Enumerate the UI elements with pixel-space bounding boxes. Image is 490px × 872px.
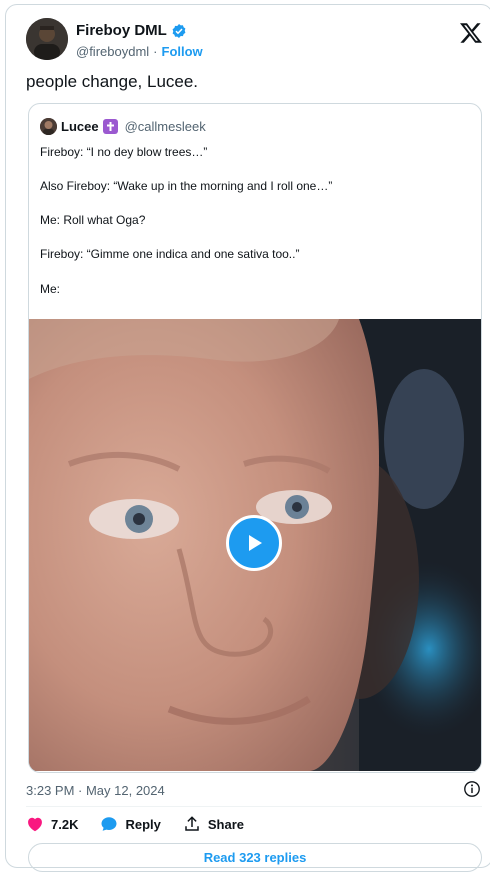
- quoted-text-line: Also Fireboy: “Wake up in the morning an…: [40, 179, 333, 193]
- quoted-text-line: Fireboy: “Gimme one indica and one sativ…: [40, 247, 300, 261]
- author-name-row[interactable]: Fireboy DML: [76, 22, 187, 39]
- author-handle-row: @fireboydml · Follow: [76, 44, 203, 59]
- heart-icon: [28, 817, 42, 832]
- reply-bubble-icon: [101, 817, 117, 831]
- author-avatar[interactable]: [26, 18, 68, 60]
- video-thumbnail[interactable]: [29, 319, 481, 771]
- follow-button[interactable]: Follow: [162, 44, 203, 59]
- quoted-tweet[interactable]: Lucee @callmesleek Fireboy: “I no dey bl…: [28, 103, 482, 773]
- quoted-author-avatar[interactable]: [40, 118, 57, 135]
- quoted-author-name: Lucee: [61, 119, 99, 134]
- read-replies-button[interactable]: Read 323 replies: [28, 843, 482, 872]
- action-bar: 7.2K Reply Share: [26, 815, 244, 833]
- x-logo-icon[interactable]: [459, 21, 483, 45]
- quoted-tweet-header: Lucee @callmesleek: [40, 118, 206, 135]
- quoted-text-line: Fireboy: “I no dey blow trees…”: [40, 145, 208, 159]
- cross-emoji-icon: [102, 119, 118, 134]
- tweet-text: people change, Lucee.: [26, 72, 199, 91]
- share-icon: [185, 816, 199, 831]
- tweet-card: Fireboy DML @fireboydml · Follow people …: [5, 4, 490, 872]
- author-handle[interactable]: @fireboydml: [76, 44, 149, 59]
- share-label: Share: [207, 816, 245, 832]
- info-icon[interactable]: [463, 780, 481, 798]
- like-count: 7.2K: [51, 816, 79, 832]
- share-button[interactable]: Share: [183, 815, 244, 833]
- divider: [26, 806, 482, 807]
- reply-label: Reply: [125, 816, 161, 832]
- separator-dot: ·: [153, 44, 158, 59]
- quoted-author-handle: @callmesleek: [124, 119, 206, 134]
- play-icon: [249, 535, 262, 551]
- tweet-timestamp[interactable]: 3:23 PM · May 12, 2024: [26, 783, 165, 798]
- author-name[interactable]: Fireboy DML: [76, 22, 167, 39]
- verified-badge-icon: [172, 23, 186, 38]
- play-button[interactable]: [226, 515, 282, 571]
- like-button[interactable]: 7.2K: [26, 815, 78, 833]
- quoted-text-line: Me:: [40, 282, 61, 296]
- quoted-text-line: Me: Roll what Oga?: [40, 213, 146, 227]
- reply-button[interactable]: Reply: [100, 815, 161, 833]
